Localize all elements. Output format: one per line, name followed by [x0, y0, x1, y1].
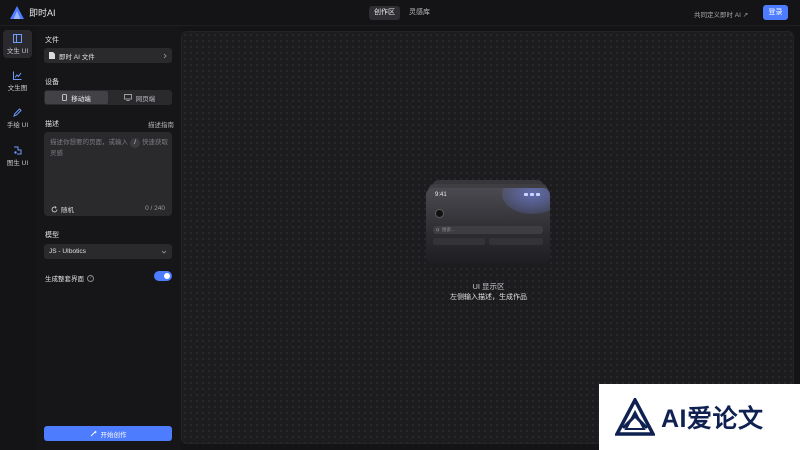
device-mobile-label: 移动端 — [71, 95, 91, 103]
tab-inspiration[interactable]: 灵感库 — [404, 6, 435, 20]
help-icon[interactable]: ? — [87, 274, 94, 282]
top-bar: 即时AI 创作区 灵感库 共同定义即时 AI ↗ 登录 — [0, 0, 800, 26]
description-guide-link[interactable]: 描述指南 — [148, 119, 174, 129]
image-to-ui-icon — [14, 146, 22, 154]
model-select[interactable]: JS - UIbotics — [44, 244, 172, 259]
monitor-icon — [123, 94, 132, 101]
mockup-search-text: 搜索... — [442, 227, 455, 232]
rail-item-sketch-to-ui[interactable]: 手绘 UI — [3, 104, 32, 132]
description-placeholder: 描述你想要的页面，或输入 / 快速获取灵感 — [50, 137, 168, 159]
mockup-row — [433, 238, 485, 245]
mockup-card-front: 9:41 搜索... — [426, 188, 550, 264]
model-value: JS - UIbotics — [49, 248, 86, 255]
fullpage-label: 生成整套界面 — [45, 276, 84, 283]
watermark-text: AI爱论文 — [661, 405, 764, 433]
random-button[interactable]: 随机 — [51, 204, 74, 214]
device-label: 设备 — [45, 79, 59, 86]
mockup-avatar — [435, 209, 444, 218]
watermark-logo-icon — [615, 398, 655, 436]
device-toggle: 移动端 网页端 — [44, 90, 172, 105]
file-icon — [49, 52, 55, 59]
file-label: 文件 — [45, 37, 59, 44]
description-textarea[interactable]: 描述你想要的页面，或输入 / 快速获取灵感 随机 0 / 240 — [44, 132, 172, 216]
app-logo[interactable]: 即时AI — [10, 6, 56, 19]
left-rail: 文生 UI 文生图 手绘 UI 图生 UI — [0, 26, 36, 450]
rail-item-label: 文生图 — [7, 84, 28, 92]
fullpage-toggle[interactable] — [154, 271, 172, 281]
shortcut-key: / — [130, 138, 140, 148]
rail-item-label: 手绘 UI — [6, 121, 29, 129]
status-bar-icons — [524, 193, 540, 196]
login-button[interactable]: 登录 — [763, 5, 788, 20]
rail-item-text-to-ui[interactable]: 文生 UI — [3, 30, 32, 58]
rail-item-label: 文生 UI — [6, 47, 29, 55]
watermark: AI爱论文 — [599, 384, 800, 450]
mode-tabs: 创作区 灵感库 — [369, 6, 435, 20]
pen-icon — [13, 107, 22, 117]
char-counter: 0 / 240 — [145, 205, 165, 212]
co-define-link[interactable]: 共同定义即时 AI ↗ — [694, 9, 748, 19]
ui-display-canvas[interactable]: 9:41 搜索... UI 显示区 左侧输入描述，生成作品 — [181, 31, 794, 444]
rail-item-text-to-image[interactable]: 文生图 — [3, 67, 32, 95]
toggle-knob — [164, 273, 170, 279]
random-label: 随机 — [61, 207, 74, 214]
device-mobile-option[interactable]: 移动端 — [45, 91, 108, 104]
phone-mockup-illustration: 9:41 搜索... — [423, 180, 553, 264]
placeholder-text-a: 描述你想要的页面，或输入 — [50, 139, 128, 146]
rail-item-label: 图生 UI — [6, 159, 29, 167]
canvas-title: UI 显示区 — [472, 282, 505, 291]
search-icon — [436, 228, 440, 232]
canvas-subtitle: 左侧输入描述，生成作品 — [450, 294, 527, 301]
mockup-time: 9:41 — [435, 192, 447, 198]
settings-panel: 文件 即时 AI 文件 设备 移动端 网页端 描述 描述指南 描述你想要的页面，… — [36, 26, 181, 450]
tab-create[interactable]: 创作区 — [369, 6, 400, 20]
fullpage-option: 生成整套界面 ? — [45, 273, 94, 283]
start-create-label: 开始创作 — [100, 431, 127, 439]
chart-icon — [13, 71, 22, 80]
logo-icon — [10, 6, 24, 19]
magic-wand-icon — [90, 430, 97, 437]
description-label: 描述 — [45, 121, 59, 128]
mockup-search-bar: 搜索... — [433, 226, 543, 234]
app-name: 即时AI — [29, 8, 56, 18]
phone-icon — [62, 94, 68, 101]
mockup-glow — [502, 188, 550, 214]
device-web-option[interactable]: 网页端 — [108, 91, 171, 104]
device-web-label: 网页端 — [135, 95, 156, 103]
file-select-value: 即时 AI 文件 — [59, 53, 95, 61]
rail-item-image-to-ui[interactable]: 图生 UI — [3, 142, 32, 170]
start-create-button[interactable]: 开始创作 — [44, 426, 172, 441]
refresh-icon — [51, 205, 58, 212]
mockup-row — [489, 238, 543, 245]
chevron-right-icon — [163, 53, 167, 58]
chevron-down-icon — [161, 250, 167, 254]
model-label: 模型 — [45, 232, 59, 239]
layout-icon — [13, 33, 22, 43]
file-select[interactable]: 即时 AI 文件 — [44, 48, 172, 63]
